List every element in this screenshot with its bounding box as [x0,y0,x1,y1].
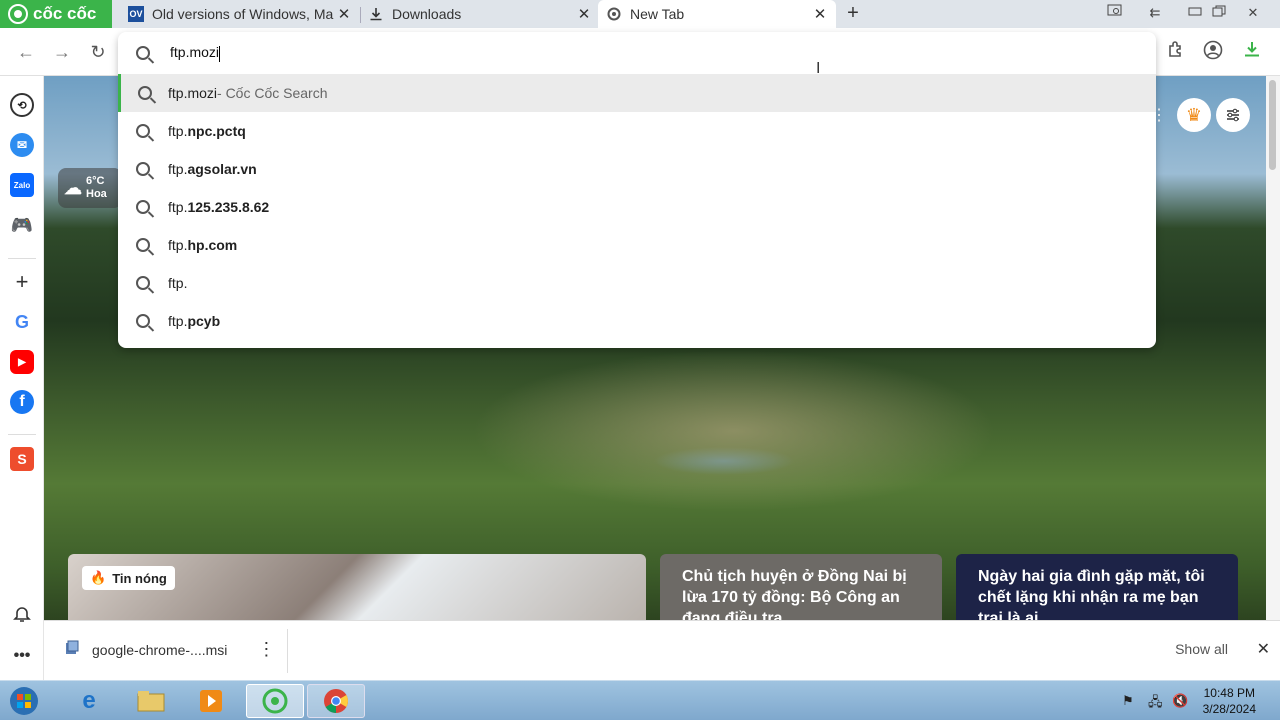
search-icon [136,276,150,290]
tab-close-icon[interactable]: ✕ [812,5,828,23]
tab-title: Old versions of Windows, Ma [152,6,334,22]
windows-taskbar: e ⚑ 🖧 🔇 10:48 PM 3/28/2024 [0,680,1280,720]
gamepad-icon[interactable]: 🎮 [10,213,34,237]
search-icon [136,124,150,138]
file-explorer-icon[interactable] [122,684,180,718]
tab-downloads[interactable]: Downloads ✕ [360,0,600,28]
text-caret [219,45,221,62]
notification-bell-icon[interactable] [10,603,34,627]
suggestion-item[interactable]: ftp. [118,264,1156,302]
history-icon[interactable]: ⟲ [10,93,34,117]
download-divider [287,629,288,673]
sidebar-divider [8,434,36,435]
tab-title: Downloads [392,6,462,22]
cloud-icon: ☁ [64,177,82,198]
download-menu-icon[interactable]: ⋮ [257,639,275,660]
back-icon[interactable]: ← [14,40,38,64]
address-bar[interactable]: ftp.mozi [118,32,1156,74]
suggestion-item[interactable]: ftp.mozi - Cốc Cốc Search [118,74,1156,112]
search-icon [136,200,150,214]
profile-icon[interactable] [1201,40,1225,64]
forward-icon[interactable]: → [50,40,74,64]
text-cursor-icon: I [816,60,821,77]
minimize-icon[interactable] [1184,2,1206,24]
system-clock[interactable]: 10:48 PM 3/28/2024 [1203,685,1256,717]
address-input[interactable]: ftp.mozi [168,44,221,62]
settings-sliders-icon[interactable] [1216,98,1250,132]
search-icon [137,86,152,100]
download-icon [368,6,384,22]
coccoc-logo-icon [8,4,28,24]
news-card[interactable]: Ngày hai gia đình gặp mặt, tôi chết lặng… [956,554,1238,624]
show-all-button[interactable]: Show all [1175,641,1228,657]
tab-search-icon[interactable] [1104,2,1126,24]
messenger-icon[interactable]: ✉ [10,133,34,157]
network-icon[interactable]: 🖧 [1148,693,1163,715]
tab-close-icon[interactable]: ✕ [336,5,352,23]
coccoc-icon [606,6,622,22]
scrollbar-thumb[interactable] [1269,80,1276,170]
sidebar: ⟲ ✉ Zalo 🎮 + G ▶ f S ••• [0,76,44,680]
suggestion-item[interactable]: ftp. hp.com [118,226,1156,264]
suggestion-item[interactable]: ftp. pcyb [118,302,1156,340]
suggestion-item[interactable]: ftp. 125.235.8.62 [118,188,1156,226]
tab-new-tab[interactable]: New Tab ✕ [598,0,836,28]
extensions-icon[interactable] [1164,40,1188,64]
facebook-icon[interactable]: f [10,390,34,414]
coccoc-taskbar-icon[interactable] [246,684,304,718]
search-icon [136,162,150,176]
news-card[interactable]: Chủ tịch huyện ở Đồng Nai bị lừa 170 tỷ … [660,554,942,624]
shopee-icon[interactable]: S [10,447,34,471]
download-filename: google-chrome-....msi [92,641,228,658]
google-icon[interactable]: G [10,310,34,334]
omnibox-dropdown: ftp.mozi ftp.mozi - Cốc Cốc Search ftp. n… [118,32,1156,348]
coccoc-brand-button[interactable]: cốc cốc [0,0,112,28]
more-icon[interactable]: ••• [10,644,34,668]
sidebar-divider [8,258,36,259]
downloads-toolbar-icon[interactable] [1240,40,1264,64]
back-arrow-icon[interactable]: ⇇ [1144,2,1166,24]
search-icon [136,46,150,60]
chrome-taskbar-icon[interactable] [307,684,365,718]
download-item[interactable]: google-chrome-....msi ⋮ [64,639,275,660]
search-icon [136,238,150,252]
ov-favicon: OV [128,6,144,22]
crown-icon[interactable]: ♛ [1177,98,1211,132]
suggestion-item[interactable]: ftp. agsolar.vn [118,150,1156,188]
zalo-icon[interactable]: Zalo [10,173,34,197]
internet-explorer-icon[interactable]: e [60,684,118,718]
close-window-icon[interactable]: ✕ [1242,2,1264,24]
close-download-bar-icon[interactable]: ✕ [1257,639,1270,659]
media-player-icon[interactable] [182,684,240,718]
new-tab-button[interactable]: + [844,2,862,26]
action-center-flag-icon[interactable]: ⚑ [1122,693,1134,709]
download-bar: google-chrome-....msi ⋮ Show all ✕ [44,620,1280,680]
add-icon[interactable]: + [10,269,34,294]
start-button[interactable] [0,684,48,718]
tab-title: New Tab [630,6,685,22]
reload-icon[interactable]: ↻ [86,40,110,64]
tab-close-icon[interactable]: ✕ [576,5,592,23]
hot-badge: 🔥 Tin nóng [82,566,175,590]
weather-place: Hoa [86,188,107,200]
tab-old-versions[interactable]: OV Old versions of Windows, Ma ✕ [120,0,360,28]
volume-muted-icon[interactable]: 🔇 [1172,693,1188,709]
fire-icon: 🔥 [90,570,107,585]
search-icon [136,314,150,328]
youtube-icon[interactable]: ▶ [10,350,34,374]
msi-file-icon [64,640,80,659]
suggestion-item[interactable]: ftp. npc.pctq [118,112,1156,150]
weather-temp: 6°C [86,175,105,187]
brand-label: cốc cốc [33,4,97,23]
weather-widget[interactable]: ☁ 6°C Hoa [58,168,122,208]
tab-strip: cốc cốc OV Old versions of Windows, Ma ✕… [0,0,1280,28]
restore-icon[interactable] [1208,2,1230,24]
